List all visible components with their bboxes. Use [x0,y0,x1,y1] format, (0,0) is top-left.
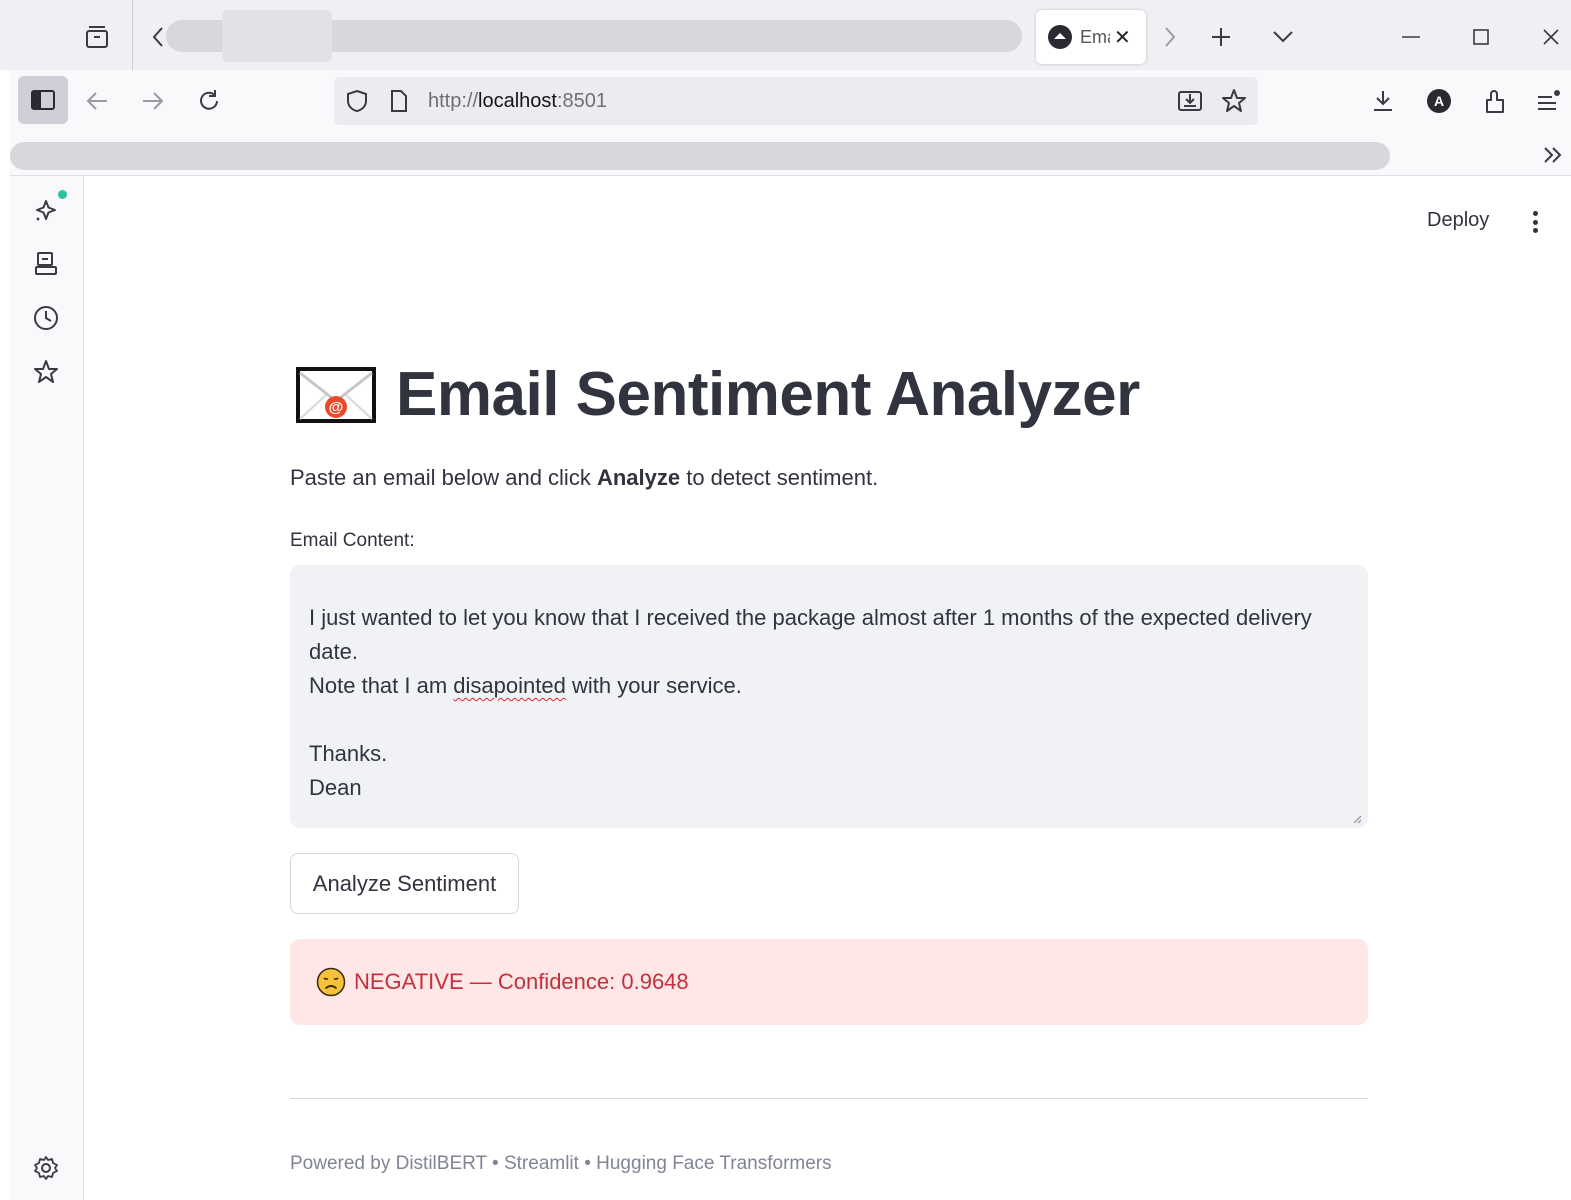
streamlit-app: Deploy @ Email Sentiment Analyzer Paste … [85,177,1571,1200]
subtitle: Paste an email below and click Analyze t… [290,465,879,490]
minimize-icon[interactable] [1398,24,1424,50]
sentiment-result-text: NEGATIVE — Confidence: 0.9648 [354,969,689,994]
resize-handle-icon[interactable] [1352,814,1362,824]
scroll-right-icon[interactable] [1158,24,1182,50]
deploy-button[interactable]: Deploy [1427,209,1489,232]
reload-icon[interactable] [194,86,224,116]
email-field-label: Email Content: [290,530,415,551]
tab-close-icon[interactable]: ✕ [1114,25,1131,50]
overflow-icon[interactable] [1538,140,1568,170]
envelope-icon: @ [296,366,376,423]
shield-icon[interactable] [344,88,370,114]
footer-text: Powered by DistilBERT • Streamlit • Hugg… [290,1153,832,1174]
page-icon[interactable] [386,88,412,114]
svg-text:@: @ [329,399,344,416]
browser-nav-bar: http://localhost:8501 A [10,70,1571,134]
sidebar-toggle-button[interactable] [18,76,68,124]
close-window-icon[interactable] [1538,24,1564,50]
page-title: Email Sentiment Analyzer [396,360,1140,429]
tab-list-icon[interactable] [1270,24,1296,50]
new-tab-icon[interactable] [1208,24,1234,50]
title-row: @ Email Sentiment Analyzer [290,359,1140,430]
browser-tab-bar: Email Sentiment Analyzer ✕ [0,0,1571,70]
extensions-icon[interactable] [1480,86,1510,116]
divider [290,1098,1368,1099]
browser-sidebar [10,176,84,1200]
active-tab[interactable]: Email Sentiment Analyzer ✕ [1036,10,1146,64]
tab-overview-icon[interactable] [82,22,112,52]
settings-icon[interactable] [28,1150,64,1186]
blurred-bookmarks[interactable] [10,142,1390,170]
tab-title: Email Sentiment Analyzer [1080,26,1110,47]
synced-tabs-icon[interactable] [28,246,64,282]
bookmark-star-icon[interactable] [1220,88,1248,114]
history-icon[interactable] [28,300,64,336]
install-icon[interactable] [1176,88,1204,114]
maximize-icon[interactable] [1468,24,1494,50]
forward-icon[interactable] [138,86,168,116]
streamlit-favicon-icon [1048,25,1072,49]
downloads-icon[interactable] [1368,86,1398,116]
disappointed-face-icon [316,967,346,997]
url-bar[interactable]: http://localhost:8501 [334,77,1258,125]
sidebar-toggle-icon [31,90,55,110]
main-menu-icon[interactable] [1525,207,1545,237]
account-icon[interactable]: A [1424,86,1454,116]
sentiment-result-alert: NEGATIVE — Confidence: 0.9648 [290,939,1368,1025]
notification-dot [58,190,67,199]
svg-text:A: A [1434,93,1444,109]
bookmarks-icon[interactable] [28,354,64,390]
blurred-tab[interactable] [222,10,332,62]
bookmarks-bar [10,134,1571,176]
url-text[interactable]: http://localhost:8501 [428,90,607,113]
menu-icon[interactable] [1534,86,1564,116]
email-textarea[interactable]: I just wanted to let you know that I rec… [290,565,1368,828]
back-icon[interactable] [82,86,112,116]
analyze-sentiment-button[interactable]: Analyze Sentiment [290,853,519,914]
